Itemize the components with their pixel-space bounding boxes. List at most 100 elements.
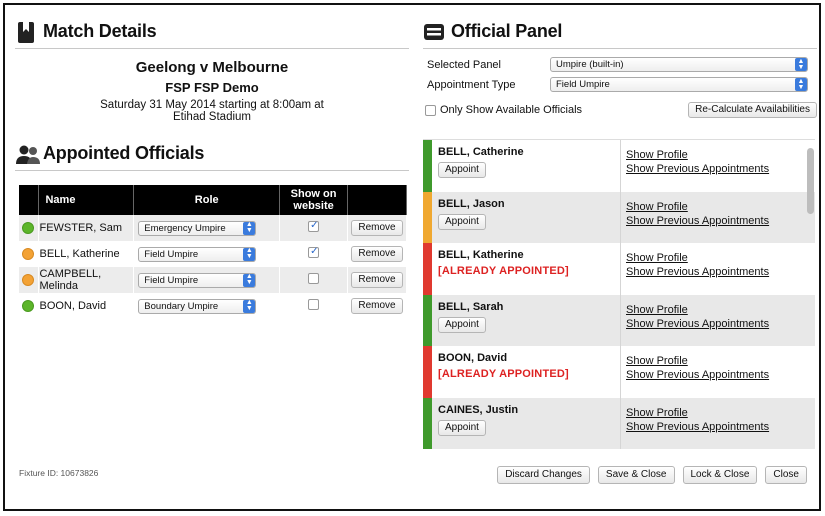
table-header-row: Name Role Show on website: [19, 185, 407, 215]
discard-changes-button[interactable]: Discard Changes: [497, 466, 590, 484]
right-column: Official Panel Selected Panel Umpire (bu…: [423, 19, 817, 449]
show-profile-link[interactable]: Show Profile: [626, 148, 803, 162]
role-value: Field Umpire: [144, 248, 199, 260]
select-arrows-icon: ▲ ▼: [795, 78, 807, 91]
table-row: BELL, Katherine Field Umpire ▲▼ Remove: [19, 241, 407, 267]
official-name: FEWSTER, Sam: [39, 222, 122, 234]
official-name: BELL, Sarah: [438, 300, 504, 313]
appoint-button[interactable]: Appoint: [438, 213, 486, 230]
remove-button[interactable]: Remove: [351, 298, 403, 314]
official-name: BELL, Catherine: [438, 146, 524, 158]
status-dot-icon: [22, 248, 34, 261]
appointment-type-row: Appointment Type Field Umpire ▲ ▼: [423, 75, 817, 94]
footer-buttons: Discard Changes Save & Close Lock & Clos…: [497, 466, 807, 484]
already-appointed-label: [ALREADY APPOINTED]: [438, 265, 569, 277]
show-profile-link[interactable]: Show Profile: [626, 200, 803, 214]
status-bar: [423, 397, 432, 449]
show-cell: [279, 267, 348, 293]
match-info: Geelong v Melbourne FSP FSP Demo Saturda…: [15, 59, 409, 123]
appoint-button[interactable]: Appoint: [438, 419, 486, 436]
role-select[interactable]: Boundary Umpire ▲ ▼: [138, 298, 257, 314]
appointed-officials-title: Appointed Officials: [43, 143, 205, 163]
show-cell: [279, 293, 348, 319]
list-item: BELL, Sarah Appoint Show Profile Show Pr…: [423, 294, 815, 346]
role-select[interactable]: Field Umpire ▲ ▼: [138, 272, 257, 288]
show-profile-link[interactable]: Show Profile: [626, 406, 803, 420]
official-name: BOON, David: [438, 352, 508, 364]
dialog-frame: Match Details Geelong v Melbourne FSP FS…: [3, 3, 821, 511]
remove-button[interactable]: Remove: [351, 246, 403, 262]
appointed-officials-table: Name Role Show on website FEWSTER, Sam E…: [19, 185, 407, 319]
show-previous-appointments-link[interactable]: Show Previous Appointments: [626, 368, 803, 382]
role-column-header: Role: [133, 185, 281, 215]
official-links: Show Profile Show Previous Appointments: [620, 243, 803, 295]
list-item: BELL, Jason Appoint Show Profile Show Pr…: [423, 191, 815, 243]
appointment-type-value: Field Umpire: [556, 79, 610, 90]
role-cell: Field Umpire ▲ ▼: [133, 241, 281, 267]
list-item: BELL, Katherine [ALREADY APPOINTED] Show…: [423, 243, 815, 295]
match-name: Geelong v Melbourne: [135, 59, 289, 76]
official-name: BELL, Jason: [438, 197, 505, 210]
appointment-type-label: Appointment Type: [427, 78, 516, 91]
official-name: BELL, Katherine: [438, 249, 524, 261]
remove-button[interactable]: Remove: [351, 220, 403, 236]
officials-list-scrollbar[interactable]: [807, 145, 815, 463]
role-select[interactable]: Field Umpire ▲ ▼: [138, 246, 257, 262]
role-select[interactable]: Emergency Umpire ▲ ▼: [138, 220, 257, 236]
select-arrows-icon: ▲ ▼: [243, 273, 256, 287]
name-cell: CAMPBELL, Melinda: [38, 267, 135, 293]
save-close-button[interactable]: Save & Close: [597, 466, 675, 484]
bookmark-icon: [15, 21, 37, 43]
show-on-website-checkbox[interactable]: [308, 299, 320, 310]
match-date: Saturday 31 May 2014 starting at 8:00am …: [100, 99, 324, 111]
select-arrows-icon: ▲ ▼: [243, 247, 256, 261]
show-previous-appointments-link[interactable]: Show Previous Appointments: [626, 420, 803, 434]
show-previous-appointments-link[interactable]: Show Previous Appointments: [626, 317, 803, 331]
show-previous-appointments-link[interactable]: Show Previous Appointments: [626, 162, 803, 176]
role-value: Field Umpire: [144, 274, 199, 286]
role-cell: Boundary Umpire ▲ ▼: [133, 293, 281, 319]
recalculate-availabilities-button[interactable]: Re-Calculate Availabilities: [688, 102, 817, 118]
status-dot-icon: [22, 274, 34, 287]
status-cell: [19, 293, 40, 319]
action-cell: Remove: [347, 293, 407, 319]
official-info: BOON, David [ALREADY APPOINTED]: [432, 346, 620, 398]
official-links: Show Profile Show Previous Appointments: [620, 191, 803, 243]
select-arrows-icon: ▲ ▼: [795, 58, 807, 71]
show-previous-appointments-link[interactable]: Show Previous Appointments: [626, 265, 803, 279]
only-available-checkbox[interactable]: [425, 104, 436, 116]
role-cell: Field Umpire ▲ ▼: [133, 267, 281, 293]
action-cell: Remove: [347, 241, 407, 267]
availability-row: Only Show Available Officials Re-Calcula…: [423, 102, 817, 118]
scrollbar-thumb[interactable]: [807, 148, 814, 214]
remove-button[interactable]: Remove: [351, 272, 403, 288]
close-button[interactable]: Close: [765, 466, 807, 484]
table-row: FEWSTER, Sam Emergency Umpire ▲▼ Remove: [19, 215, 407, 241]
show-profile-link[interactable]: Show Profile: [626, 303, 803, 317]
show-on-website-checkbox[interactable]: [308, 273, 320, 284]
appoint-button[interactable]: Appoint: [438, 316, 486, 333]
table-row: CAMPBELL, Melinda Field Umpire ▲ ▼ Remove: [19, 267, 407, 293]
official-info: BELL, Katherine [ALREADY APPOINTED]: [432, 243, 620, 295]
selected-panel-select[interactable]: Umpire (built-in) ▲ ▼: [550, 57, 808, 72]
show-on-website-checkbox[interactable]: [308, 220, 320, 232]
selected-panel-label: Selected Panel: [427, 58, 501, 71]
list-item: CAINES, Justin Appoint Show Profile Show…: [423, 397, 815, 449]
competition-name: FSP FSP Demo: [165, 80, 259, 95]
role-value: Boundary Umpire: [144, 300, 219, 312]
show-previous-appointments-link[interactable]: Show Previous Appointments: [626, 214, 803, 228]
lock-close-button[interactable]: Lock & Close: [682, 466, 758, 484]
official-name: CAINES, Justin: [438, 403, 519, 416]
fixture-id: Fixture ID: 10673826: [19, 468, 99, 478]
status-bar: [423, 191, 432, 243]
already-appointed-label: [ALREADY APPOINTED]: [438, 368, 569, 380]
appointment-type-select[interactable]: Field Umpire ▲ ▼: [550, 77, 808, 92]
status-cell: [19, 215, 40, 241]
show-on-website-checkbox[interactable]: [308, 246, 320, 258]
appoint-button[interactable]: Appoint: [438, 162, 486, 178]
action-cell: Remove: [347, 267, 407, 293]
show-profile-link[interactable]: Show Profile: [626, 251, 803, 265]
only-available-label: Only Show Available Officials: [440, 104, 583, 116]
select-arrows-icon: ▲ ▼: [243, 299, 256, 313]
show-profile-link[interactable]: Show Profile: [626, 354, 803, 368]
